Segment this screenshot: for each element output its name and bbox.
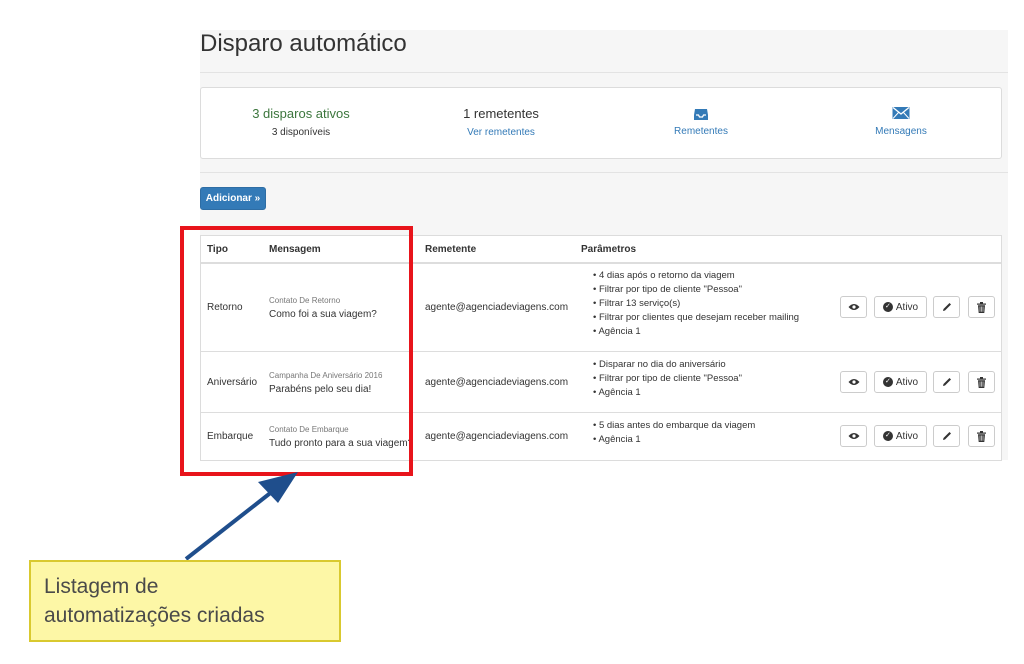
callout-line2: automatizações criadas [44, 604, 265, 627]
annotation-callout: Listagem de automatizações criadas [29, 560, 341, 642]
callout-line1: Listagem de [44, 575, 159, 598]
